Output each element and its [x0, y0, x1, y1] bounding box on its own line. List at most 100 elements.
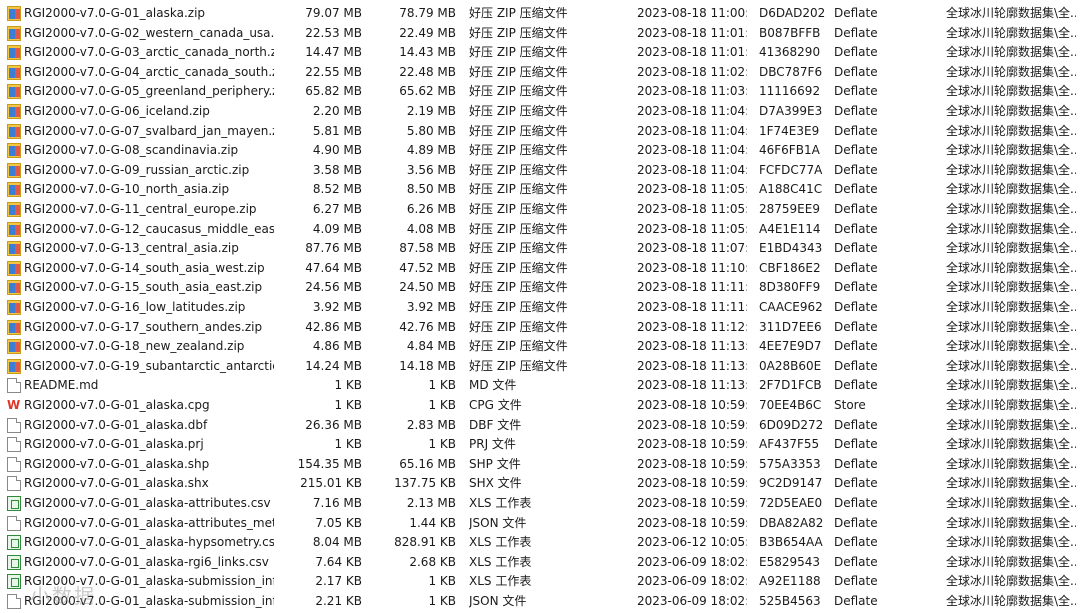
compression-method: Deflate	[834, 378, 878, 393]
table-row[interactable]: RGI2000-v7.0-G-07_svalbard_jan_mayen.zip…	[0, 121, 1080, 142]
table-row[interactable]: RGI2000-v7.0-G-14_south_asia_west.zip 47.…	[0, 258, 1080, 279]
modified-time: 2023-08-18 11:04:...	[637, 162, 747, 177]
table-row[interactable]: RGI2000-v7.0-G-15_south_asia_east.zip 24.…	[0, 278, 1080, 298]
compression-method: Deflate	[834, 358, 878, 373]
file-type: PRJ 文件	[469, 437, 516, 452]
table-row[interactable]: RGI2000-v7.0-G-01_alaska-hypsometry.csv 8…	[0, 533, 1080, 553]
table-row[interactable]: RGI2000-v7.0-G-18_new_zealand.zip 4.86 MB…	[0, 337, 1080, 357]
table-row[interactable]: RGI2000-v7.0-G-19_subantarctic_antarctic…	[0, 356, 1080, 377]
modified-time: 2023-08-18 11:00:...	[637, 6, 747, 20]
folder-path: 全球冰川轮廓数据集\全...	[946, 202, 1076, 216]
table-row[interactable]: RGI2000-v7.0-G-01_alaska.dbf 26.36 MB 2.83…	[0, 415, 1080, 436]
folder-path: 全球冰川轮廓数据集\全...	[946, 260, 1076, 275]
table-row[interactable]: RGI2000-v7.0-G-01_alaska.shx 215.01 KB 137…	[0, 474, 1080, 494]
spreadsheet-icon	[7, 535, 21, 551]
modified-time: 2023-08-18 11:02:...	[637, 64, 747, 79]
file-size: 3.92 MB	[312, 300, 362, 314]
table-row[interactable]: RGI2000-v7.0-G-01_alaska.prj 1 KB 1 KB PRJ …	[0, 435, 1080, 455]
table-row[interactable]: RGI2000-v7.0-G-13_central_asia.zip 87.76 …	[0, 239, 1080, 259]
file-icon-cell	[7, 4, 23, 24]
table-row[interactable]: RGI2000-v7.0-G-10_north_asia.zip 8.52 MB 8…	[0, 180, 1080, 200]
file-type: SHX 文件	[469, 476, 522, 491]
packed-size: 22.49 MB	[399, 25, 456, 40]
crc32: E1BD4343	[759, 241, 823, 256]
packed-size: 22.48 MB	[399, 64, 456, 79]
crc32: D6DAD202	[759, 6, 826, 20]
file-size: 8.04 MB	[312, 535, 362, 550]
table-row[interactable]: RGI2000-v7.0-G-01_alaska-attributes.csv 7…	[0, 494, 1080, 514]
crc32: 8D380FF9	[759, 280, 821, 295]
file-name: RGI2000-v7.0-G-03_arctic_canada_north.zi…	[24, 45, 274, 60]
file-name: RGI2000-v7.0-G-04_arctic_canada_south.zi…	[24, 64, 274, 79]
file-size: 47.64 MB	[305, 260, 362, 275]
compression-method: Deflate	[834, 280, 878, 295]
compression-method: Deflate	[834, 6, 878, 20]
packed-size: 828.91 KB	[394, 535, 456, 550]
table-row[interactable]: RGI2000-v7.0-G-05_greenland_periphery.zi…	[0, 82, 1080, 102]
crc32: 70EE4B6C	[759, 398, 822, 412]
folder-path: 全球冰川轮廓数据集\全...	[946, 300, 1076, 314]
file-type: XLS 工作表	[469, 554, 532, 569]
packed-size: 1 KB	[428, 437, 456, 452]
zip-icon	[7, 25, 21, 41]
table-row[interactable]: RGI2000-v7.0-G-01_alaska.cpg 1 KB 1 KB CPG …	[0, 396, 1080, 416]
packed-size: 2.83 MB	[406, 417, 456, 432]
table-row[interactable]: RGI2000-v7.0-G-17_southern_andes.zip 42.8…	[0, 317, 1080, 338]
compression-method: Deflate	[834, 123, 878, 138]
table-row[interactable]: RGI2000-v7.0-G-01_alaska-attributes_meta…	[0, 513, 1080, 534]
file-size: 2.20 MB	[312, 104, 362, 118]
table-row[interactable]: RGI2000-v7.0-G-01_alaska.shp 154.35 MB 65.…	[0, 454, 1080, 475]
compression-method: Deflate	[834, 182, 878, 197]
file-type: 好压 ZIP 压缩文件	[469, 104, 568, 118]
file-name: RGI2000-v7.0-G-11_central_europe.zip	[24, 202, 257, 216]
folder-path: 全球冰川轮廓数据集\全...	[946, 162, 1076, 177]
file-size: 87.76 MB	[305, 241, 362, 256]
packed-size: 1 KB	[428, 398, 456, 412]
table-row[interactable]: RGI2000-v7.0-G-01_alaska-submission_info…	[0, 572, 1080, 592]
modified-time: 2023-08-18 11:04:...	[637, 104, 747, 118]
modified-time: 2023-08-18 10:59:...	[637, 456, 747, 471]
file-type: CPG 文件	[469, 398, 522, 412]
file-name: RGI2000-v7.0-G-19_subantarctic_antarctic…	[24, 358, 274, 373]
file-size: 24.56 MB	[305, 280, 362, 295]
file-size: 65.82 MB	[305, 84, 362, 99]
file-name: RGI2000-v7.0-G-01_alaska-hypsometry.csv	[24, 535, 274, 550]
table-row[interactable]: RGI2000-v7.0-G-04_arctic_canada_south.zi…	[0, 62, 1080, 83]
file-icon-cell	[7, 200, 23, 220]
table-row[interactable]: RGI2000-v7.0-G-02_western_canada_usa.zip…	[0, 23, 1080, 44]
table-row[interactable]: RGI2000-v7.0-G-01_alaska.zip 79.07 MB 78.7…	[0, 4, 1080, 24]
table-row[interactable]: RGI2000-v7.0-G-06_iceland.zip 2.20 MB 2.19…	[0, 102, 1080, 122]
packed-size: 1.44 KB	[409, 515, 456, 530]
table-row[interactable]: README.md 1 KB 1 KB MD 文件 2023-08-18 11:13:.…	[0, 376, 1080, 396]
file-name: RGI2000-v7.0-G-01_alaska.shp	[24, 456, 210, 471]
table-row[interactable]: RGI2000-v7.0-G-16_low_latitudes.zip 3.92 …	[0, 298, 1080, 318]
file-type: XLS 工作表	[469, 535, 532, 550]
wps-icon	[7, 396, 21, 416]
table-row[interactable]: RGI2000-v7.0-G-09_russian_arctic.zip 3.58…	[0, 160, 1080, 181]
table-row[interactable]: RGI2000-v7.0-G-03_arctic_canada_north.zi…	[0, 43, 1080, 63]
zip-icon	[7, 202, 21, 217]
document-icon	[7, 437, 21, 453]
table-row[interactable]: RGI2000-v7.0-G-11_central_europe.zip 6.27…	[0, 200, 1080, 220]
packed-size: 5.80 MB	[406, 123, 456, 138]
file-list[interactable]: RGI2000-v7.0-G-01_alaska.zip 79.07 MB 78.7…	[0, 0, 1080, 613]
file-size: 1 KB	[334, 378, 362, 393]
folder-path: 全球冰川轮廓数据集\全...	[946, 515, 1076, 530]
compression-method: Deflate	[834, 162, 878, 177]
crc32: A92E1188	[759, 574, 821, 589]
table-row[interactable]: RGI2000-v7.0-G-08_scandinavia.zip 4.90 MB…	[0, 141, 1080, 161]
packed-size: 2.19 MB	[406, 104, 456, 118]
table-row[interactable]: RGI2000-v7.0-G-12_caucasus_middle_east.z…	[0, 219, 1080, 240]
file-name: RGI2000-v7.0-G-15_south_asia_east.zip	[24, 280, 263, 295]
compression-method: Deflate	[834, 45, 878, 60]
file-name: RGI2000-v7.0-G-01_alaska-submission_info…	[24, 594, 274, 608]
crc32: DBA82A82	[759, 515, 824, 530]
crc32: 1F74E3E9	[759, 123, 820, 138]
zip-icon	[7, 64, 21, 80]
table-row[interactable]: RGI2000-v7.0-G-01_alaska-submission_info…	[0, 592, 1080, 612]
packed-size: 24.50 MB	[399, 280, 456, 295]
file-icon-cell	[7, 43, 23, 63]
file-icon-cell	[7, 102, 23, 122]
crc32: 6D09D272	[759, 417, 824, 432]
table-row[interactable]: RGI2000-v7.0-G-01_alaska-rgi6_links.csv 7…	[0, 552, 1080, 573]
